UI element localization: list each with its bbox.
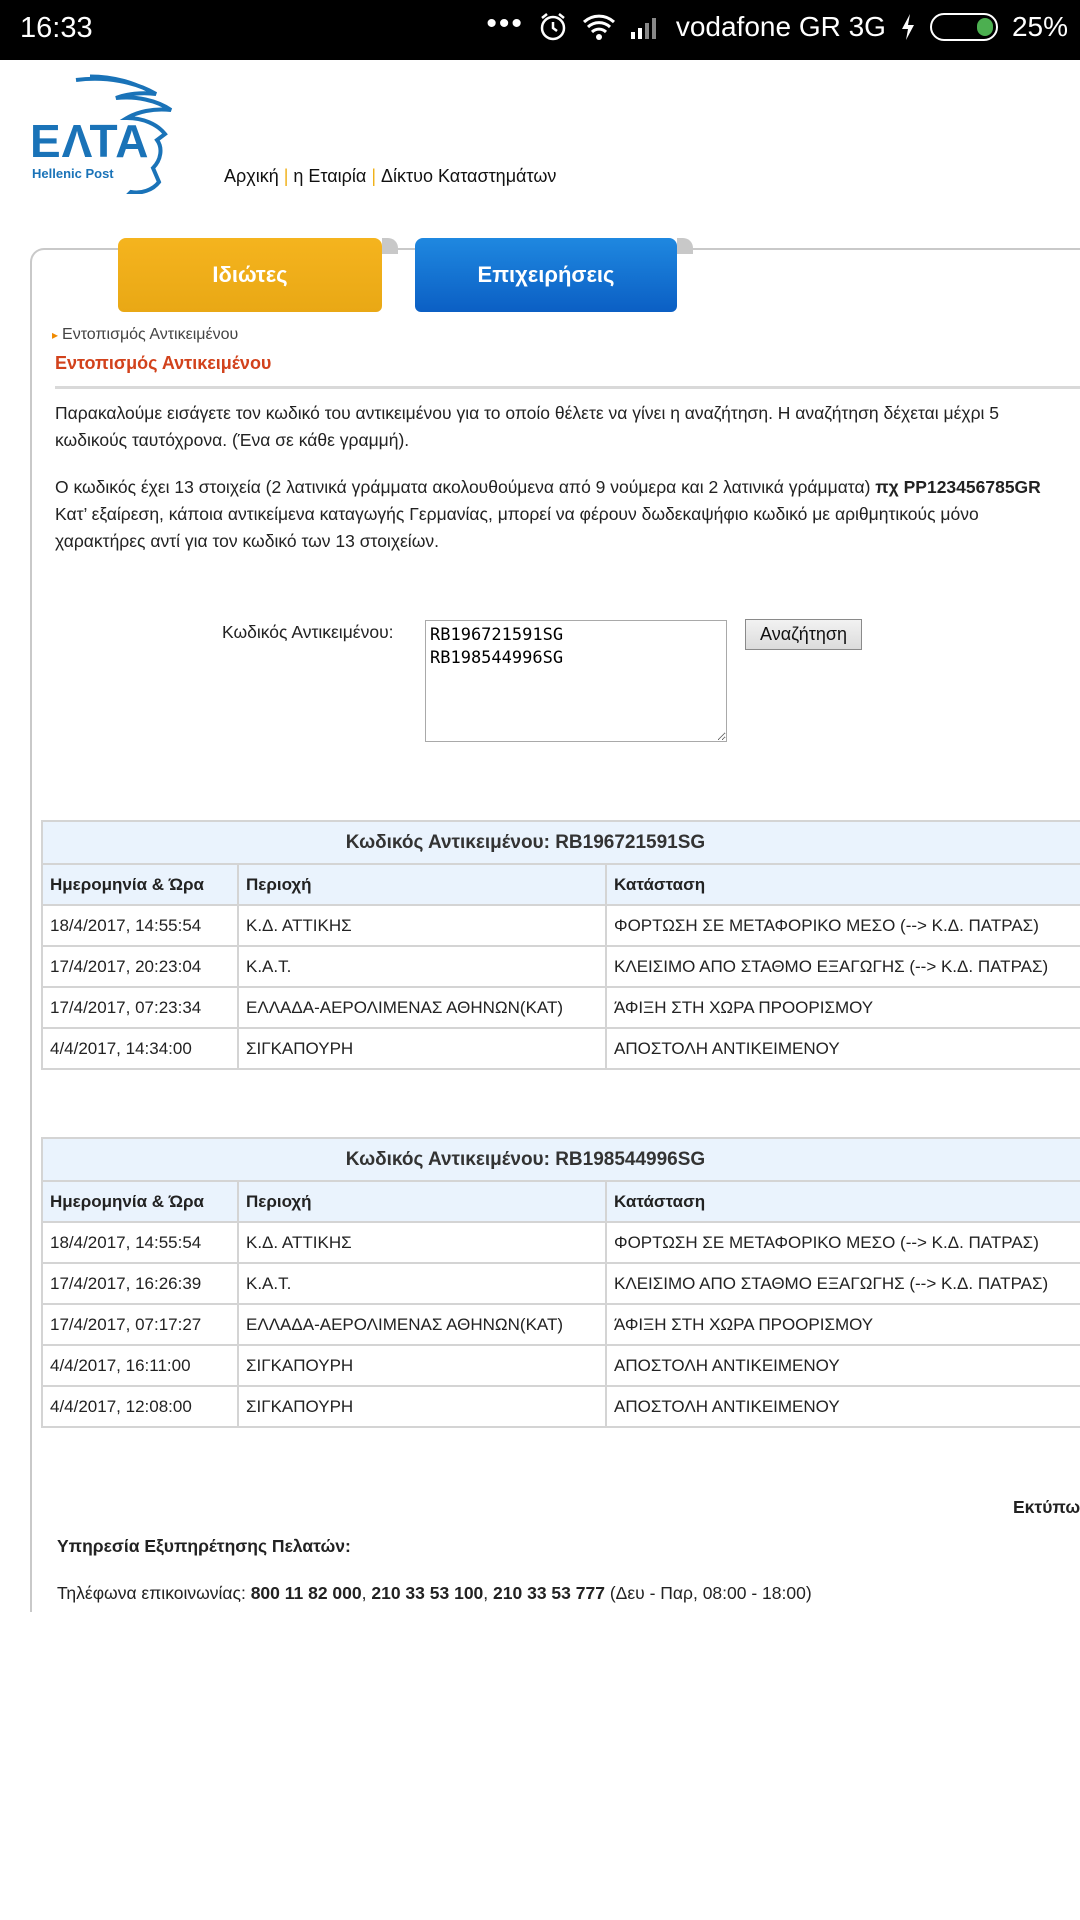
phones-label: Τηλέφωνα επικοινωνίας: (57, 1583, 251, 1603)
logo-subtitle: Hellenic Post (32, 166, 114, 181)
intro-line: Ο κωδικός έχει 13 στοιχεία (2 λατινικά γ… (55, 474, 1080, 501)
top-navigation: Αρχική | η Εταιρία | Δίκτυο Καταστημάτων (224, 166, 557, 186)
search-button[interactable]: Αναζήτηση (745, 619, 862, 650)
cell-area: ΣΙΓΚΑΠΟΥΡΗ (237, 1344, 607, 1387)
battery-percent: 25% (1011, 11, 1068, 42)
cell-datetime: 4/4/2017, 14:34:00 (41, 1027, 239, 1070)
column-header-area: Περιοχή (237, 863, 607, 906)
tab-corner-icon (382, 238, 398, 254)
tab-corner-icon (677, 238, 693, 254)
intro-line: Παρακαλούμε εισάγετε τον κωδικό του αντι… (55, 403, 1000, 423)
nav-home[interactable]: Αρχική (224, 166, 279, 186)
logo-text: ΕΛΤΑ (30, 115, 150, 167)
intro-line: κωδικούς ταυτόχρονα. (Ένα σε κάθε γραμμή… (55, 430, 410, 450)
print-link[interactable]: Εκτύπωση (1013, 1497, 1080, 1518)
cell-area: ΣΙΓΚΑΠΟΥΡΗ (237, 1027, 607, 1070)
cell-area: ΕΛΛΑΔΑ-ΑΕΡΟΛΙΜΕΝΑΣ ΑΘΗΝΩΝ(ΚΑΤ) (237, 1303, 607, 1346)
table-row: 4/4/2017, 12:08:00 ΣΙΓΚΑΠΟΥΡΗ ΑΠΟΣΤΟΛΗ ΑΝΤ… (41, 1385, 1080, 1428)
nav-store-network[interactable]: Δίκτυο Καταστημάτων (381, 166, 556, 186)
cell-area: ΣΙΓΚΑΠΟΥΡΗ (237, 1385, 607, 1428)
customer-service-phones: Τηλέφωνα επικοινωνίας: 800 11 82 000, 21… (57, 1583, 812, 1603)
phone-number[interactable]: 210 33 53 777 (493, 1583, 605, 1603)
table-row: 18/4/2017, 14:55:54 Κ.Δ. ΑΤΤΙΚΗΣ ΦΟΡΤΩΣΗ Σ… (41, 1221, 1080, 1264)
cell-status: ΚΛΕΙΣΙΜΟ ΑΠΟ ΣΤΑΘΜΟ ΕΞΑΓΩΓΗΣ (--> Κ.Δ. Π… (604, 1262, 1080, 1305)
status-time: 16:33 (20, 12, 93, 44)
table-row: 4/4/2017, 14:34:00 ΣΙΓΚΑΠΟΥΡΗ ΑΠΟΣΤΟΛΗ ΑΝΤ… (41, 1027, 1080, 1070)
phone-number[interactable]: 800 11 82 000 (251, 1583, 362, 1603)
table-row: 17/4/2017, 20:23:04 Κ.Α.Τ. ΚΛΕΙΣΙΜΟ ΑΠΟ ΣΤ… (41, 945, 1080, 988)
status-bar: 16:33 ••• vodafone GR 3G 25% (0, 0, 1080, 60)
cell-area: Κ.Δ. ΑΤΤΙΚΗΣ (237, 904, 607, 947)
phone-number[interactable]: 210 33 53 100 (371, 1583, 483, 1603)
service-hours: (Δευ - Παρ, 08:00 - 18:00) (604, 1583, 812, 1603)
cell-datetime: 4/4/2017, 12:08:00 (41, 1385, 239, 1428)
intro-text: Ο κωδικός έχει 13 στοιχεία (2 λατινικά γ… (55, 477, 876, 497)
cell-status: ΆΦΙΞΗ ΣΤΗ ΧΩΡΑ ΠΡΟΟΡΙΣΜΟΥ (604, 1303, 1080, 1346)
cell-status: ΦΟΡΤΩΣΗ ΣΕ ΜΕΤΑΦΟΡΙΚΟ ΜΕΣΟ (--> Κ.Δ. ΠΑΤ… (604, 1221, 1080, 1264)
breadcrumb-item[interactable]: Εντοπισμός Αντικειμένου (62, 326, 238, 343)
tracking-codes-input[interactable]: RB196721591SG RB198544996SG (425, 620, 727, 742)
tracking-result-table: Κωδικός Αντικειμένου: RB196721591SG Ημερ… (40, 820, 1080, 1070)
intro-line: Κατ’ εξαίρεση, κάποια αντικείμενα καταγω… (55, 504, 979, 524)
charging-icon (900, 13, 916, 41)
column-header-status: Κατάσταση (604, 863, 1080, 906)
cell-area: Κ.Δ. ΑΤΤΙΚΗΣ (237, 1221, 607, 1264)
table-row: 17/4/2017, 07:23:34 ΕΛΛΑΔΑ-ΑΕΡΟΛΙΜΕΝΑΣ ΑΘ… (41, 986, 1080, 1029)
title-divider (55, 386, 1080, 389)
cell-status: ΑΠΟΣΤΟΛΗ ΑΝΤΙΚΕΙΜΕΝΟΥ (604, 1027, 1080, 1070)
breadcrumb: ▸ Εντοπισμός Αντικειμένου (52, 326, 238, 344)
signal-icon (630, 14, 662, 40)
cell-datetime: 17/4/2017, 07:23:34 (41, 986, 239, 1029)
cell-datetime: 17/4/2017, 20:23:04 (41, 945, 239, 988)
cell-datetime: 17/4/2017, 16:26:39 (41, 1262, 239, 1305)
column-header-datetime: Ημερομηνία & Ώρα (41, 1180, 239, 1223)
cell-area: ΕΛΛΑΔΑ-ΑΕΡΟΛΙΜΕΝΑΣ ΑΘΗΝΩΝ(ΚΑΤ) (237, 986, 607, 1029)
cell-status: ΚΛΕΙΣΙΜΟ ΑΠΟ ΣΤΑΘΜΟ ΕΞΑΓΩΓΗΣ (--> Κ.Δ. Π… (604, 945, 1080, 988)
cell-status: ΑΠΟΣΤΟΛΗ ΑΝΤΙΚΕΙΜΕΝΟΥ (604, 1385, 1080, 1428)
table-caption: Κωδικός Αντικειμένου: RB198544996SG (40, 1137, 1080, 1182)
customer-service-title: Υπηρεσία Εξυπηρέτησης Πελατών: (57, 1536, 351, 1556)
nav-company[interactable]: η Εταιρία (293, 166, 366, 186)
breadcrumb-arrow-icon: ▸ (52, 328, 59, 342)
table-row: 17/4/2017, 16:26:39 Κ.Α.Τ. ΚΛΕΙΣΙΜΟ ΑΠΟ ΣΤ… (41, 1262, 1080, 1305)
table-row: 18/4/2017, 14:55:54 Κ.Δ. ΑΤΤΙΚΗΣ ΦΟΡΤΩΣΗ Σ… (41, 904, 1080, 947)
tab-private[interactable]: Ιδιώτες (118, 238, 382, 312)
wifi-icon (582, 13, 616, 41)
code-field-label: Κωδικός Αντικειμένου: (222, 622, 394, 642)
more-notifications-icon: ••• (486, 7, 524, 40)
tab-business[interactable]: Επιχειρήσεις (415, 238, 677, 312)
cell-area: Κ.Α.Τ. (237, 945, 607, 988)
intro-example: πχ PP123456785GR (875, 477, 1041, 497)
cell-status: ΦΟΡΤΩΣΗ ΣΕ ΜΕΤΑΦΟΡΙΚΟ ΜΕΣΟ (--> Κ.Δ. ΠΑΤ… (604, 904, 1080, 947)
table-row: 17/4/2017, 07:17:27 ΕΛΛΑΔΑ-ΑΕΡΟΛΙΜΕΝΑΣ ΑΘ… (41, 1303, 1080, 1346)
page-title: Εντοπισμός Αντικειμένου (55, 353, 272, 373)
carrier-name: vodafone GR 3G (675, 11, 886, 42)
table-row: 4/4/2017, 16:11:00 ΣΙΓΚΑΠΟΥΡΗ ΑΠΟΣΤΟΛΗ ΑΝΤ… (41, 1344, 1080, 1387)
column-header-area: Περιοχή (237, 1180, 607, 1223)
table-caption: Κωδικός Αντικειμένου: RB196721591SG (40, 820, 1080, 865)
cell-status: ΆΦΙΞΗ ΣΤΗ ΧΩΡΑ ΠΡΟΟΡΙΣΜΟΥ (604, 986, 1080, 1029)
cell-status: ΑΠΟΣΤΟΛΗ ΑΝΤΙΚΕΙΜΕΝΟΥ (604, 1344, 1080, 1387)
intro-paragraph-1: Παρακαλούμε εισάγετε τον κωδικό του αντι… (55, 400, 1080, 454)
cell-area: Κ.Α.Τ. (237, 1262, 607, 1305)
tracking-result-table: Κωδικός Αντικειμένου: RB198544996SG Ημερ… (40, 1137, 1080, 1428)
cell-datetime: 4/4/2017, 16:11:00 (41, 1344, 239, 1387)
column-header-status: Κατάσταση (604, 1180, 1080, 1223)
intro-line: χαρακτήρες αντί για τον κωδικό των 13 στ… (55, 531, 439, 551)
intro-paragraph-2: Ο κωδικός έχει 13 στοιχεία (2 λατινικά γ… (55, 474, 1080, 555)
cell-datetime: 17/4/2017, 07:17:27 (41, 1303, 239, 1346)
elta-logo[interactable]: ΕΛΤΑ Hellenic Post (28, 74, 203, 194)
alarm-icon (538, 12, 568, 42)
column-header-datetime: Ημερομηνία & Ώρα (41, 863, 239, 906)
battery-icon (929, 13, 998, 41)
cell-datetime: 18/4/2017, 14:55:54 (41, 904, 239, 947)
cell-datetime: 18/4/2017, 14:55:54 (41, 1221, 239, 1264)
